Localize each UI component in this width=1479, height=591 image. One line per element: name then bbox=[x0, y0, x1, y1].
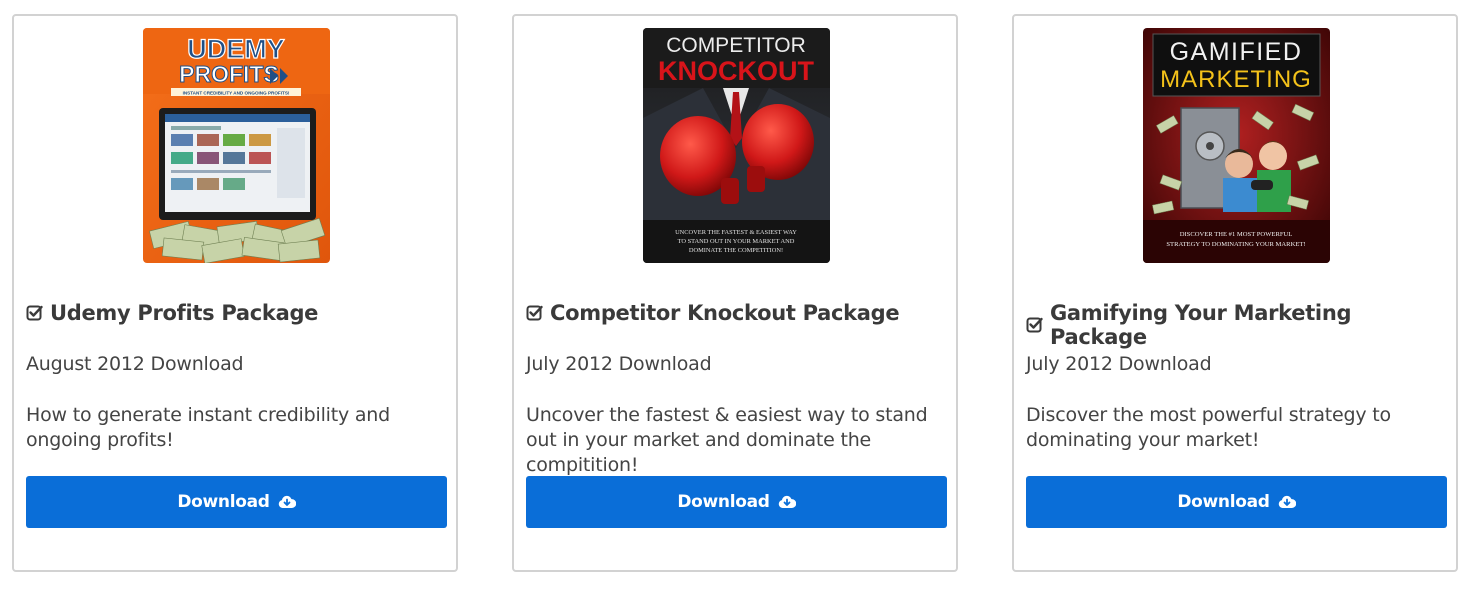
product-title: Competitor Knockout Package bbox=[526, 301, 944, 325]
svg-text:DOMINATE THE COMPETITION!: DOMINATE THE COMPETITION! bbox=[689, 247, 783, 254]
product-description: How to generate instant credibility and … bbox=[26, 404, 391, 451]
udemy-profits-cover: UDEMY PROFITS INSTANT CREDIBILITY AND ON… bbox=[143, 28, 330, 263]
product-cover-image[interactable]: GAMIFIED MARKETING DISCOVER THE #1 MOST … bbox=[1143, 28, 1330, 263]
download-button[interactable]: Download bbox=[26, 476, 447, 528]
download-button-label: Download bbox=[1177, 492, 1270, 512]
svg-text:DISCOVER THE #1 MOST POWERFUL: DISCOVER THE #1 MOST POWERFUL bbox=[1180, 231, 1293, 238]
product-title-text: Competitor Knockout Package bbox=[550, 301, 900, 325]
product-description: Discover the most powerful strategy to d… bbox=[1026, 404, 1391, 451]
download-button-label: Download bbox=[677, 492, 770, 512]
product-description: Uncover the fastest & easiest way to sta… bbox=[526, 404, 928, 476]
gamified-marketing-cover: GAMIFIED MARKETING DISCOVER THE #1 MOST … bbox=[1143, 28, 1330, 263]
product-title-text: Gamifying Your Marketing Package bbox=[1050, 301, 1352, 349]
download-button[interactable]: Download bbox=[526, 476, 947, 528]
svg-text:UNCOVER THE FASTEST & EASIEST: UNCOVER THE FASTEST & EASIEST WAY bbox=[675, 229, 797, 236]
check-square-icon bbox=[26, 305, 43, 321]
product-card-udemy-profits: UDEMY PROFITS INSTANT CREDIBILITY AND ON… bbox=[12, 14, 458, 572]
product-title: Udemy Profits Package bbox=[26, 301, 444, 325]
download-button[interactable]: Download bbox=[1026, 476, 1447, 528]
product-title-text: Udemy Profits Package bbox=[50, 301, 319, 325]
cloud-download-icon bbox=[1278, 495, 1296, 508]
product-title: Gamifying Your Marketing Package bbox=[1026, 301, 1444, 349]
release-date: August 2012 Download bbox=[26, 353, 244, 375]
product-card-competitor-knockout: COMPETITOR KNOCKOUT UNCOVER THE FASTEST … bbox=[512, 14, 958, 572]
product-cover-image[interactable]: UDEMY PROFITS INSTANT CREDIBILITY AND ON… bbox=[143, 28, 330, 263]
svg-text:STRATEGY TO DOMINATING YOUR MA: STRATEGY TO DOMINATING YOUR MARKET! bbox=[1166, 241, 1305, 248]
download-button-label: Download bbox=[177, 492, 270, 512]
release-date: July 2012 Download bbox=[1026, 353, 1212, 375]
check-square-icon bbox=[1026, 317, 1043, 333]
release-date: July 2012 Download bbox=[526, 353, 712, 375]
svg-text:MARKETING: MARKETING bbox=[1160, 66, 1312, 93]
svg-text:UDEMY: UDEMY bbox=[187, 34, 285, 64]
product-grid: UDEMY PROFITS INSTANT CREDIBILITY AND ON… bbox=[0, 0, 1479, 591]
svg-text:INSTANT CREDIBILITY AND ONGOIN: INSTANT CREDIBILITY AND ONGOING PROFITS! bbox=[183, 91, 290, 96]
svg-text:PROFITS: PROFITS bbox=[179, 61, 279, 87]
cloud-download-icon bbox=[278, 495, 296, 508]
cloud-download-icon bbox=[778, 495, 796, 508]
svg-text:COMPETITOR: COMPETITOR bbox=[666, 34, 806, 57]
product-card-gamified-marketing: GAMIFIED MARKETING DISCOVER THE #1 MOST … bbox=[1012, 14, 1458, 572]
svg-text:KNOCKOUT: KNOCKOUT bbox=[658, 56, 814, 86]
competitor-knockout-cover: COMPETITOR KNOCKOUT UNCOVER THE FASTEST … bbox=[643, 28, 830, 263]
product-cover-image[interactable]: COMPETITOR KNOCKOUT UNCOVER THE FASTEST … bbox=[643, 28, 830, 263]
svg-text:GAMIFIED: GAMIFIED bbox=[1170, 38, 1303, 66]
check-square-icon bbox=[526, 305, 543, 321]
svg-text:TO STAND OUT IN YOUR MARKET AN: TO STAND OUT IN YOUR MARKET AND bbox=[678, 238, 795, 245]
